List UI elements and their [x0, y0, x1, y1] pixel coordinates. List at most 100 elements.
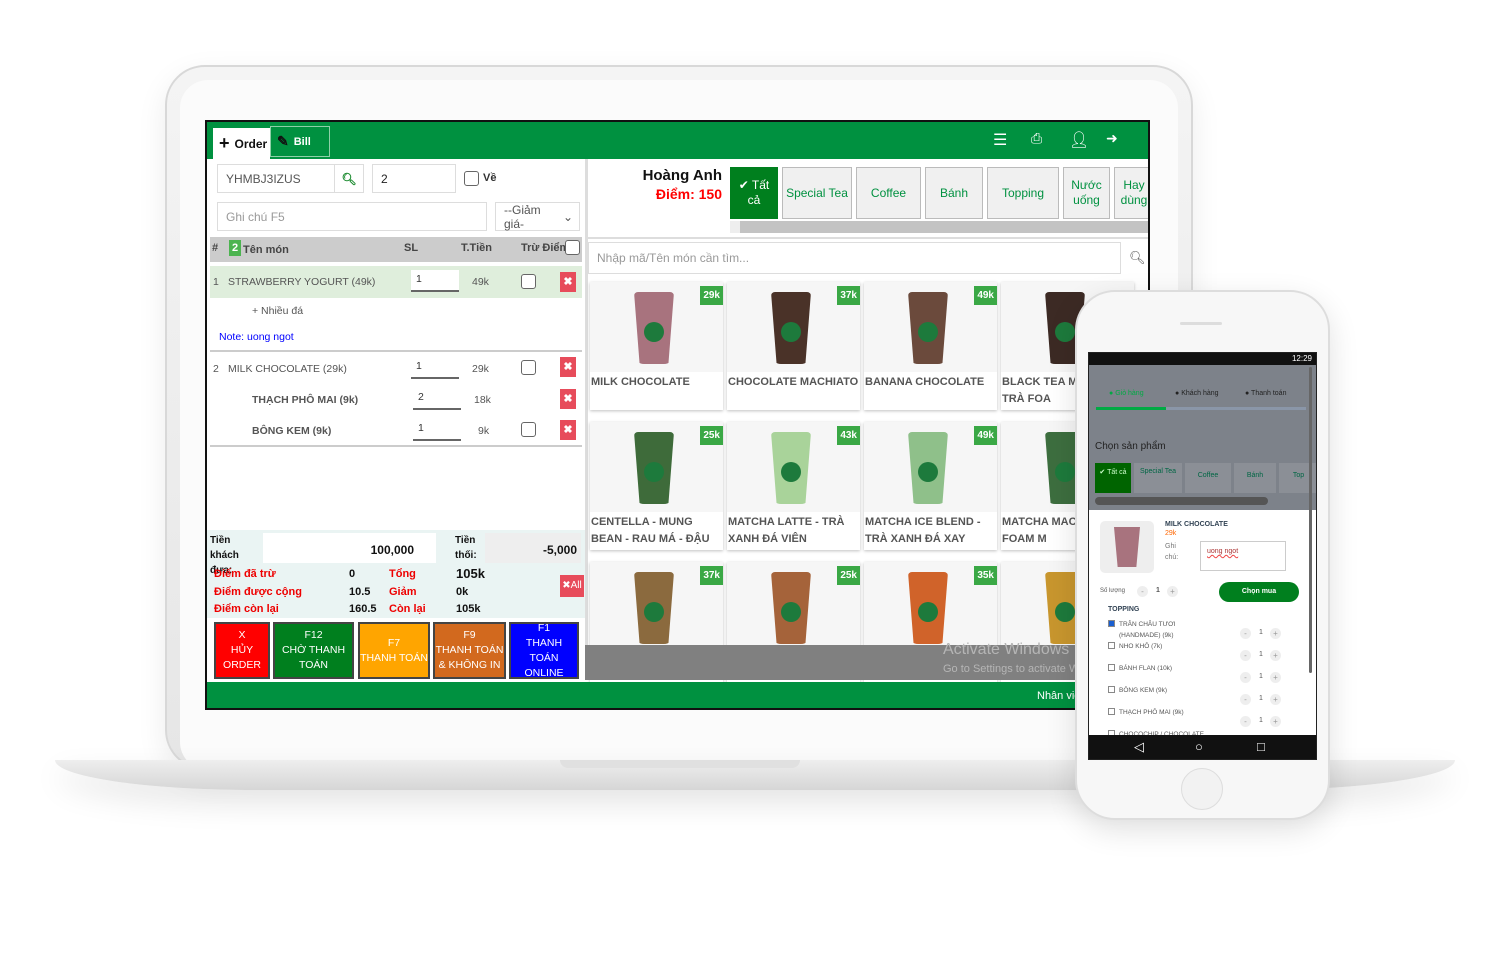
category-all[interactable]: ✔ Tất cả [730, 167, 778, 219]
cash-input[interactable]: 100,000 [263, 533, 436, 563]
delete-item-button[interactable]: ✖ [560, 420, 576, 440]
phone-scrollbar[interactable] [1309, 367, 1312, 673]
step-progress [1096, 407, 1166, 410]
topping-plus-button[interactable]: + [1270, 694, 1281, 705]
step-payment[interactable]: ● Thanh toán [1245, 390, 1286, 397]
search-icon[interactable]: 🔍︎ [334, 164, 364, 193]
step-customer[interactable]: ● Khách hàng [1175, 390, 1219, 397]
pay-button[interactable]: F7 THANH TOÁN [358, 622, 430, 679]
phone-speaker [1180, 322, 1222, 325]
product-card[interactable]: 29k MILK CHOCOLATE [590, 282, 723, 410]
topping-checkbox[interactable] [1108, 664, 1115, 671]
note-input[interactable]: Ghi chú F5 [217, 202, 487, 231]
delete-item-button[interactable]: ✖ [560, 272, 576, 292]
product-card[interactable]: 37k CHOCOLATE MACHIATO [727, 282, 860, 410]
product-image: 29k [590, 282, 723, 372]
tab-order[interactable]: + Order [213, 128, 270, 159]
android-nav-bar: ◁ ○ □ [1089, 735, 1316, 759]
topping-minus-button[interactable]: - [1240, 694, 1251, 705]
order-row[interactable]: 2 MILK CHOCOLATE (29k) 1 29k ✖ [210, 354, 582, 384]
tab-bill[interactable]: ✎ Bill [270, 126, 330, 157]
qty-input[interactable]: 1 [411, 270, 459, 292]
category-scrollbar[interactable] [730, 221, 1148, 233]
cup-image [908, 292, 948, 364]
topping-minus-button[interactable]: - [1240, 628, 1251, 639]
product-image: 43k [727, 422, 860, 512]
phone-category-all[interactable]: ✔ Tất cả [1095, 463, 1131, 493]
qty-minus-button[interactable]: - [1137, 586, 1148, 597]
logout-icon[interactable]: ➜ [1106, 130, 1118, 147]
search-icon[interactable]: 🔍︎ [1129, 250, 1146, 266]
cup-image [908, 432, 948, 504]
print-icon[interactable]: ⎙ [1031, 130, 1042, 147]
points-checkbox[interactable] [521, 422, 536, 437]
topping-checkbox[interactable] [1108, 686, 1115, 693]
delete-item-button[interactable]: ✖ [560, 357, 576, 377]
top-bar: + Order ✎ Bill ☰ ⎙ 👤︎ ➜ [207, 122, 1148, 159]
qty-input[interactable]: 2 [413, 388, 461, 410]
category-frequent[interactable]: Hay dùng [1114, 167, 1148, 219]
product-card[interactable]: 49k BANANA CHOCOLATE [864, 282, 997, 410]
phone-category-banh[interactable]: Bánh [1234, 463, 1276, 493]
qty-input[interactable]: 1 [413, 419, 461, 441]
topping-checkbox[interactable] [1108, 642, 1115, 649]
product-card[interactable]: 25k CENTELLA - MUNG BEAN - RAU MÁ - ĐẬU X… [590, 422, 723, 550]
cancel-order-button[interactable]: X HỦY ORDER [214, 622, 270, 679]
takeaway-checkbox[interactable] [464, 171, 479, 186]
clear-all-button[interactable]: ✖All [560, 575, 584, 597]
home-icon[interactable]: ○ [1195, 739, 1203, 754]
cup-image [908, 572, 948, 644]
topping-row[interactable]: THẠCH PHÔ MAI (9k) 2 18k ✖ [210, 385, 582, 415]
product-image: 49k [864, 282, 997, 372]
topping-minus-button[interactable]: - [1240, 650, 1251, 661]
cup-image [634, 432, 674, 504]
phone-note-input[interactable]: uong ngot [1200, 541, 1286, 571]
product-card[interactable]: 43k MATCHA LATTE - TRÀ XANH ĐÁ VIÊN [727, 422, 860, 550]
qty-plus-button[interactable]: + [1167, 586, 1178, 597]
product-name: CHOCOLATE MACHIATO [728, 376, 859, 388]
plus-icon: + [219, 133, 230, 153]
phone-screen: 12:29 ● Giỏ hàng ● Khách hàng ● Thanh to… [1088, 352, 1317, 760]
product-card[interactable]: 49k MATCHA ICE BLEND - TRÀ XANH ĐÁ XAY [864, 422, 997, 550]
order-code-input[interactable]: YHMBJ3IZUS [217, 164, 335, 193]
step-cart[interactable]: ● Giỏ hàng [1109, 390, 1144, 397]
pay-online-button[interactable]: F1 THANH TOÁN ONLINE [509, 622, 579, 679]
phone-category-scrollbar[interactable] [1095, 497, 1268, 505]
topping-plus-button[interactable]: + [1270, 672, 1281, 683]
topping-plus-button[interactable]: + [1270, 716, 1281, 727]
topping-minus-button[interactable]: - [1240, 672, 1251, 683]
select-all-points-checkbox[interactable] [565, 240, 580, 255]
product-name: BANANA CHOCOLATE [865, 376, 985, 388]
discount-select[interactable]: --Giảm giá- ⌄ [495, 202, 580, 231]
category-drinks[interactable]: Nước uống [1063, 167, 1110, 219]
product-search-input[interactable]: Nhập mã/Tên món cần tìm... [588, 242, 1121, 274]
category-coffee[interactable]: Coffee [856, 167, 921, 219]
pay-no-print-button[interactable]: F9 THANH TOÁN & KHÔNG IN [433, 622, 506, 679]
topping-plus-button[interactable]: + [1270, 628, 1281, 639]
order-row[interactable]: 1 STRAWBERRY YOGURT (49k) 1 49k ✖ [210, 266, 582, 298]
category-topping[interactable]: Topping [987, 167, 1059, 219]
cup-image [771, 292, 811, 364]
topping-plus-button[interactable]: + [1270, 650, 1281, 661]
topping-checkbox[interactable] [1108, 708, 1115, 715]
points-checkbox[interactable] [521, 274, 536, 289]
phone-category-coffee[interactable]: Coffee [1185, 463, 1231, 493]
points-checkbox[interactable] [521, 360, 536, 375]
buy-button[interactable]: Chọn mua [1219, 582, 1299, 602]
menu-icon[interactable]: ☰ [993, 130, 1007, 150]
topping-row[interactable]: BÔNG KEM (9k) 1 9k ✖ [210, 416, 582, 446]
topping-minus-button[interactable]: - [1240, 716, 1251, 727]
price-badge: 37k [700, 566, 723, 585]
phone-category-special-tea[interactable]: Special Tea [1134, 463, 1182, 493]
category-banh[interactable]: Bánh [925, 167, 983, 219]
payment-summary: Tiền khách đưa: 100,000 Tiền thối: -5,00… [207, 530, 585, 618]
category-special-tea[interactable]: Special Tea [782, 167, 852, 219]
topping-checkbox[interactable] [1108, 620, 1115, 627]
hold-payment-button[interactable]: F12 CHỜ THANH TOÁN [273, 622, 354, 679]
recents-icon[interactable]: □ [1257, 739, 1265, 754]
qty-input[interactable]: 1 [411, 357, 459, 379]
user-icon[interactable]: 👤︎ [1069, 130, 1089, 150]
delete-item-button[interactable]: ✖ [560, 389, 576, 409]
table-number-input[interactable]: 2 [372, 164, 456, 193]
back-icon[interactable]: ◁ [1134, 739, 1144, 755]
